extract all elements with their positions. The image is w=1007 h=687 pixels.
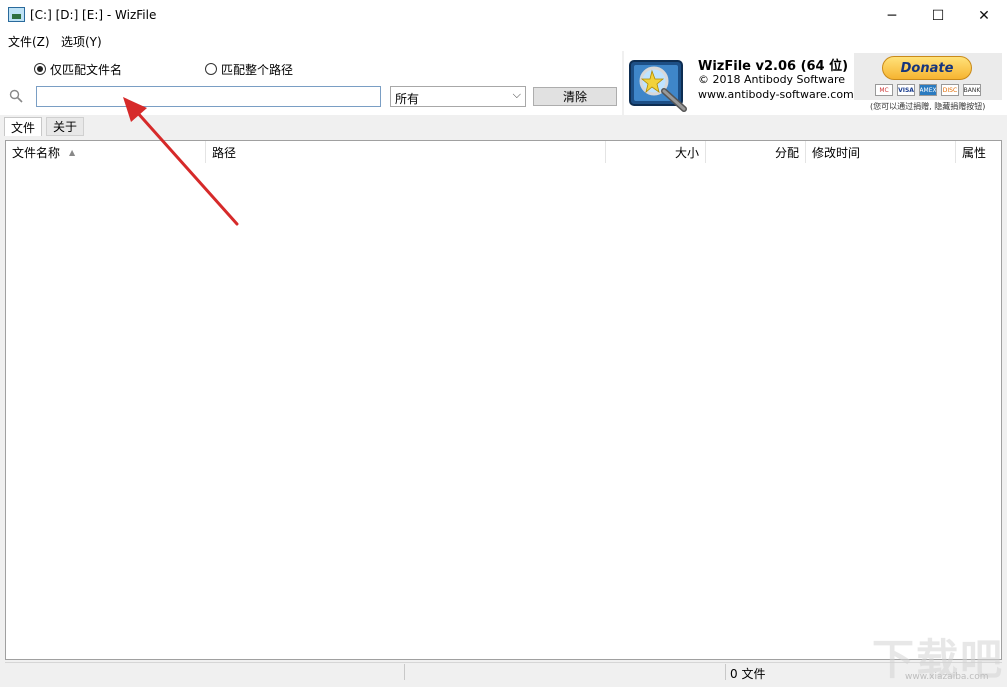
menu-bar <box>0 31 1007 51</box>
status-bar <box>5 662 1002 682</box>
column-header-filename[interactable]: 文件名称 ▲ <box>6 141 206 163</box>
watermark-url: www.xiazaiba.com <box>905 672 989 682</box>
filter-select-value: 所有 <box>395 92 420 106</box>
column-header-allocated-label: 分配 <box>774 145 799 160</box>
close-button[interactable]: ✕ <box>961 0 1007 31</box>
status-separator <box>725 664 726 680</box>
bank-icon: BANK <box>963 84 981 96</box>
column-header-attributes-label: 属性 <box>962 145 987 160</box>
app-url-link[interactable]: www.antibody-software.com <box>698 88 854 101</box>
wizfile-logo-icon <box>629 60 687 112</box>
donate-button[interactable]: Donate <box>882 56 972 80</box>
sort-ascending-icon: ▲ <box>69 147 76 157</box>
column-header-modified-label: 修改时间 <box>812 145 861 160</box>
maximize-button[interactable]: ☐ <box>915 0 961 31</box>
discover-icon: DISC <box>941 84 959 96</box>
column-header-attributes[interactable]: 属性 <box>956 141 1001 163</box>
column-header-size[interactable]: 大小 <box>606 141 706 163</box>
menu-options[interactable]: 选项(Y) <box>61 33 102 50</box>
status-file-count: 0 文件 <box>730 667 766 681</box>
file-list[interactable] <box>5 140 1002 660</box>
status-separator <box>404 664 405 680</box>
app-name: WizFile v2.06 (64 位) <box>698 59 849 74</box>
app-icon <box>8 7 25 22</box>
clear-button[interactable]: 清除 <box>533 87 617 106</box>
radio-match-path-label[interactable]: 匹配整个路径 <box>221 61 293 78</box>
column-header-path[interactable]: 路径 <box>206 141 606 163</box>
app-copyright: © 2018 Antibody Software <box>698 73 846 86</box>
visa-icon: VISA <box>897 84 915 96</box>
tab-files[interactable]: 文件 <box>4 117 42 136</box>
tab-about[interactable]: 关于 <box>46 117 84 136</box>
mastercard-icon: MC <box>875 84 893 96</box>
search-icon <box>9 89 23 103</box>
column-header-filename-label: 文件名称 <box>12 145 61 160</box>
radio-match-filename[interactable] <box>34 63 46 75</box>
column-header-allocated[interactable]: 分配 <box>706 141 806 163</box>
column-header-size-label: 大小 <box>674 145 699 160</box>
window-title: [C:] [D:] [E:] - WizFile <box>30 8 157 22</box>
column-header-modified[interactable]: 修改时间 <box>806 141 956 163</box>
chevron-down-icon: ⌵ <box>512 88 521 101</box>
menu-file[interactable]: 文件(Z) <box>8 33 50 50</box>
column-header-path-label: 路径 <box>212 145 237 160</box>
minimize-button[interactable]: ─ <box>869 0 915 31</box>
radio-match-filename-label[interactable]: 仅匹配文件名 <box>50 61 122 78</box>
donate-note: (您可以通过捐赠, 隐藏捐赠按钮) <box>870 102 986 111</box>
radio-match-path[interactable] <box>205 63 217 75</box>
search-input[interactable] <box>36 86 381 107</box>
amex-icon: AMEX <box>919 84 937 96</box>
filter-select[interactable]: 所有 ⌵ <box>390 86 526 107</box>
